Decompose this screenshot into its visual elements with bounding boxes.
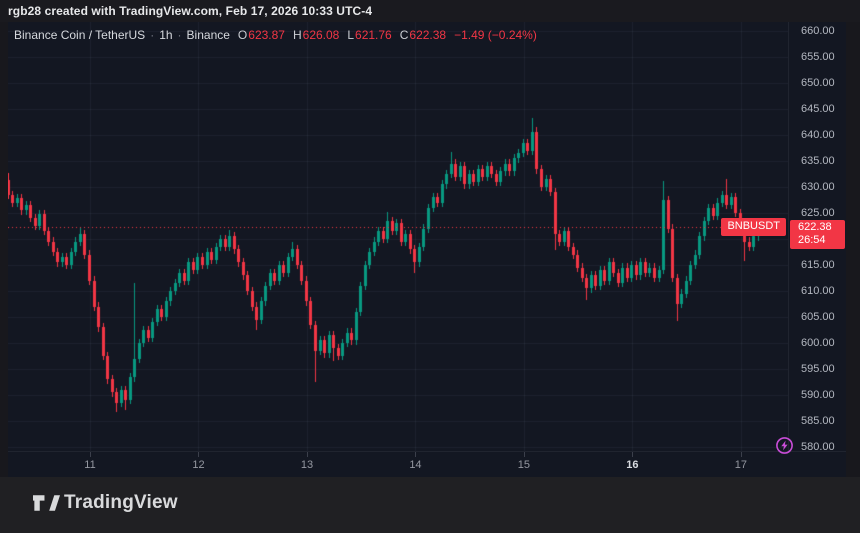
time-axis-tick — [524, 452, 525, 457]
price-axis-label: 595.00 — [801, 362, 835, 376]
tradingview-chart-screenshot: rgb28 created with TradingView.com, Feb … — [0, 0, 860, 533]
chart-legend: Binance Coin / TetherUS·1h·BinanceO623.8… — [14, 28, 537, 42]
price-axis-label: 645.00 — [801, 102, 835, 116]
price-axis-label: 585.00 — [801, 414, 835, 428]
price-axis-label: 640.00 — [801, 128, 835, 142]
legend-separator: · — [173, 28, 187, 42]
ohlc-high-value: 626.08 — [303, 28, 340, 42]
candlestick-chart-canvas[interactable] — [8, 22, 788, 451]
price-axis-label: 600.00 — [801, 336, 835, 350]
time-axis[interactable]: 11 12 13 14 15 16 17 — [8, 451, 846, 477]
time-axis-label: 12 — [192, 459, 204, 471]
ohlc-low-label: L — [347, 28, 354, 42]
watermark-text: rgb28 created with TradingView.com, Feb … — [8, 4, 372, 18]
last-price-value: 622.38 — [798, 221, 845, 234]
price-axis-label: 605.00 — [801, 310, 835, 324]
price-axis-label: 590.00 — [801, 388, 835, 402]
price-axis-label: 610.00 — [801, 284, 835, 298]
time-axis-tick — [90, 452, 91, 457]
time-axis-label: 15 — [518, 459, 530, 471]
price-axis-label: 650.00 — [801, 76, 835, 90]
time-axis-tick — [741, 452, 742, 457]
time-axis-label: 17 — [735, 459, 747, 471]
price-axis-label: 660.00 — [801, 24, 835, 38]
footer-bar: TradingView — [0, 477, 860, 533]
price-axis-label: 635.00 — [801, 154, 835, 168]
legend-change: −1.49 (−0.24%) — [454, 28, 537, 42]
legend-symbol-title[interactable]: Binance Coin / TetherUS — [14, 28, 145, 42]
time-axis-tick — [307, 452, 308, 457]
watermark-bar: rgb28 created with TradingView.com, Feb … — [0, 0, 860, 22]
ohlc-high-label: H — [293, 28, 302, 42]
price-axis-label: 625.00 — [801, 206, 835, 220]
price-axis-label: 580.00 — [801, 440, 835, 454]
ohlc-low-value: 621.76 — [355, 28, 392, 42]
price-axis[interactable]: 622.38 26:54 660.00 655.00 650.00 645.00 640… — [788, 22, 846, 451]
price-axis-label: 630.00 — [801, 180, 835, 194]
legend-exchange: Binance — [187, 28, 230, 42]
time-axis-label: 16 — [626, 459, 638, 471]
realtime-flash-icon[interactable] — [775, 436, 794, 455]
time-axis-tick — [198, 452, 199, 457]
ohlc-close-label: C — [400, 28, 409, 42]
time-axis-label: 14 — [409, 459, 421, 471]
time-axis-tick — [415, 452, 416, 457]
time-axis-label: 13 — [301, 459, 313, 471]
legend-separator: · — [145, 28, 159, 42]
price-axis-label: 655.00 — [801, 50, 835, 64]
tradingview-logo-icon[interactable] — [33, 494, 60, 519]
ohlc-open-label: O — [238, 28, 247, 42]
price-axis-label: 615.00 — [801, 258, 835, 272]
legend-interval[interactable]: 1h — [159, 28, 172, 42]
tradingview-brand-text[interactable]: TradingView — [64, 492, 178, 514]
time-axis-label: 11 — [84, 459, 95, 471]
ohlc-close-value: 622.38 — [409, 28, 446, 42]
ohlc-open-value: 623.87 — [248, 28, 285, 42]
bar-countdown: 26:54 — [798, 234, 845, 247]
symbol-price-label: BNBUSDT — [721, 218, 786, 236]
last-price-badge: 622.38 26:54 — [790, 220, 845, 249]
time-axis-tick — [632, 452, 633, 457]
